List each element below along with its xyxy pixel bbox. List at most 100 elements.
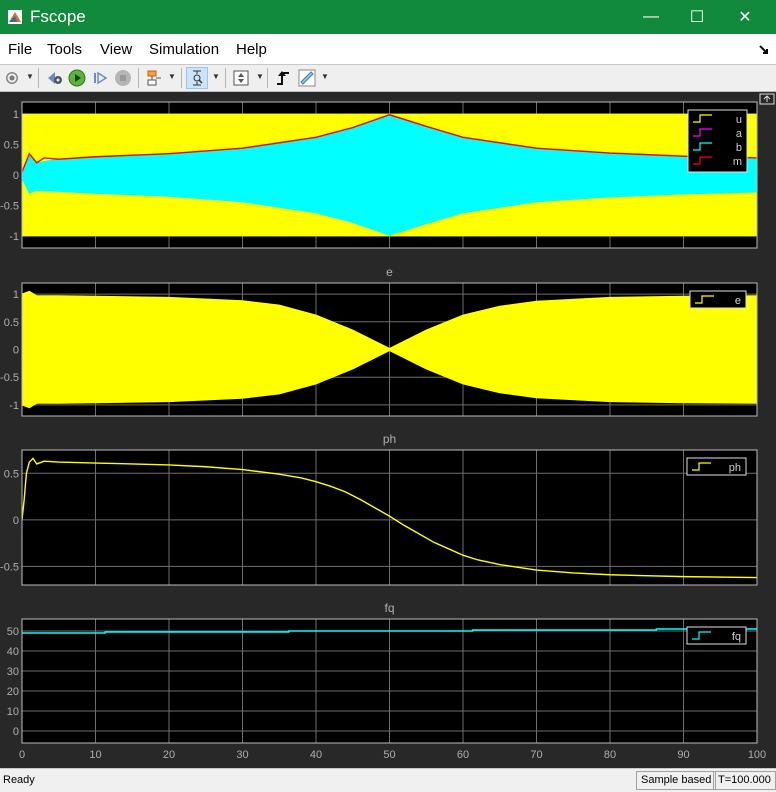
y-tick-label: 50 [7, 626, 19, 638]
restore-layout-button[interactable] [759, 93, 775, 105]
legend-label-m: m [733, 156, 742, 168]
step-forward-button[interactable] [90, 67, 110, 89]
status-bar: Ready Sample based T=100.000 [0, 768, 776, 792]
maximize-button[interactable]: ☐ [674, 0, 720, 34]
status-text: Ready [3, 774, 35, 786]
plot-title: fq [384, 601, 394, 615]
y-tick-label: 0.5 [4, 468, 19, 480]
legend-label-b: b [736, 142, 742, 154]
menu-help[interactable]: Help [236, 41, 267, 58]
autoscale-dropdown-icon[interactable]: ▼ [256, 72, 264, 81]
menu-simulation[interactable]: Simulation [149, 41, 219, 58]
legend[interactable]: ph [686, 457, 747, 476]
x-tick-label: 90 [677, 749, 689, 761]
x-tick-label: 70 [530, 749, 542, 761]
y-tick-label: 0.5 [4, 317, 19, 329]
y-tick-label: 0 [13, 345, 19, 357]
zoom-icon [193, 70, 203, 86]
step-back-icon [48, 72, 62, 84]
legend-label-ph: ph [729, 462, 741, 474]
autoscale-button[interactable] [231, 67, 251, 89]
subplot-e: e 1 0.5 0 -0.5 -1 e [0, 265, 758, 417]
triggers-button[interactable] [273, 67, 293, 89]
y-tick-label: 10 [7, 706, 19, 718]
gear-icon [6, 72, 18, 84]
window-title: Fscope [30, 7, 86, 26]
x-tick-label: 10 [89, 749, 101, 761]
maximize-icon: ☐ [689, 9, 705, 26]
zoom-button[interactable] [186, 67, 208, 89]
y-tick-label: -0.5 [0, 372, 19, 384]
plot-title: e [386, 265, 393, 279]
y-tick-label: -0.5 [0, 561, 19, 573]
configuration-dropdown-icon[interactable]: ▼ [26, 72, 34, 81]
highlight-block-icon [147, 70, 161, 86]
y-tick-label: -1 [9, 400, 19, 412]
scope-plots: 1 0.5 0 -0.5 -1 uabm e 1 0.5 0 -0.5 -1 e ph 0.5 0 -0.5 ph… [0, 93, 775, 761]
close-button[interactable]: ✕ [722, 0, 768, 34]
y-tick-label: 40 [7, 646, 19, 658]
undock-icon[interactable] [758, 44, 770, 56]
scope-display: 1 0.5 0 -0.5 -1 u a b m e 1 0.5 0 -0.5 -1 e ph 0.5 0 -0.5 ph… [0, 92, 776, 768]
stop-button[interactable] [113, 67, 133, 89]
legend-label-fq: fq [732, 631, 741, 643]
toolbar: ▼ ▼ ▼ ▼ ▼ [0, 65, 776, 92]
highlight-block-button[interactable] [144, 67, 164, 89]
close-icon: ✕ [738, 9, 752, 26]
measurements-button[interactable] [297, 67, 317, 89]
y-tick-label: 0 [13, 170, 19, 182]
y-tick-label: 30 [7, 666, 19, 678]
legend[interactable]: uabm [687, 109, 748, 173]
legend-label-a: a [736, 128, 743, 140]
menu-file[interactable]: File [8, 41, 32, 58]
y-tick-label: -0.5 [0, 200, 19, 212]
toolbar-separator [38, 68, 39, 88]
menu-view[interactable]: View [100, 41, 132, 58]
x-tick-label: 80 [604, 749, 616, 761]
legend-label-u: u [736, 114, 742, 126]
zoom-dropdown-icon[interactable]: ▼ [212, 72, 220, 81]
minimize-icon: — [643, 8, 659, 25]
x-tick-label: 20 [163, 749, 175, 761]
toolbar-separator [181, 68, 182, 88]
subplot-ph: ph 0.5 0 -0.5 ph [0, 432, 758, 586]
step-forward-icon [94, 71, 108, 85]
matlab-logo-icon [8, 10, 22, 24]
legend-label-e: e [735, 295, 741, 307]
y-tick-label: -1 [9, 231, 19, 243]
highlight-dropdown-icon[interactable]: ▼ [168, 72, 176, 81]
toolbar-separator [267, 68, 268, 88]
series-group [22, 113, 757, 237]
legend[interactable]: e [689, 290, 747, 309]
x-tick-label: 40 [310, 749, 322, 761]
y-tick-label: 0.5 [4, 140, 19, 152]
step-back-button[interactable] [45, 67, 65, 89]
x-tick-label: 0 [19, 749, 25, 761]
sample-mode-indicator: Sample based [636, 771, 717, 790]
measurements-dropdown-icon[interactable]: ▼ [321, 72, 329, 81]
x-tick-label: 60 [457, 749, 469, 761]
subplot-signals: 1 0.5 0 -0.5 -1 uabm [0, 101, 758, 249]
toolbar-separator [138, 68, 139, 88]
x-tick-label: 30 [236, 749, 248, 761]
y-tick-label: 20 [7, 686, 19, 698]
autoscale-icon [233, 70, 249, 86]
stop-icon [115, 70, 131, 86]
play-icon [68, 69, 86, 87]
y-tick-label: 1 [13, 289, 19, 301]
menu-bar: File Tools View Simulation Help [0, 34, 776, 65]
menu-tools[interactable]: Tools [47, 41, 82, 58]
x-tick-label: 50 [383, 749, 395, 761]
x-tick-label: 100 [748, 749, 766, 761]
subplot-fq: fq504030201000 10 20 30 40 50 60 70 80 90 100fq [7, 601, 766, 761]
y-tick-label: 0 [13, 726, 19, 738]
trigger-icon [277, 71, 289, 85]
run-button[interactable] [67, 67, 87, 89]
legend[interactable]: fq [686, 626, 747, 645]
configuration-button[interactable] [3, 67, 21, 89]
simulation-time: T=100.000 [713, 771, 776, 790]
title-bar: Fscope — ☐ ✕ [0, 0, 776, 34]
y-tick-label: 1 [13, 109, 19, 121]
plot-title: ph [383, 432, 396, 446]
minimize-button[interactable]: — [628, 0, 674, 34]
